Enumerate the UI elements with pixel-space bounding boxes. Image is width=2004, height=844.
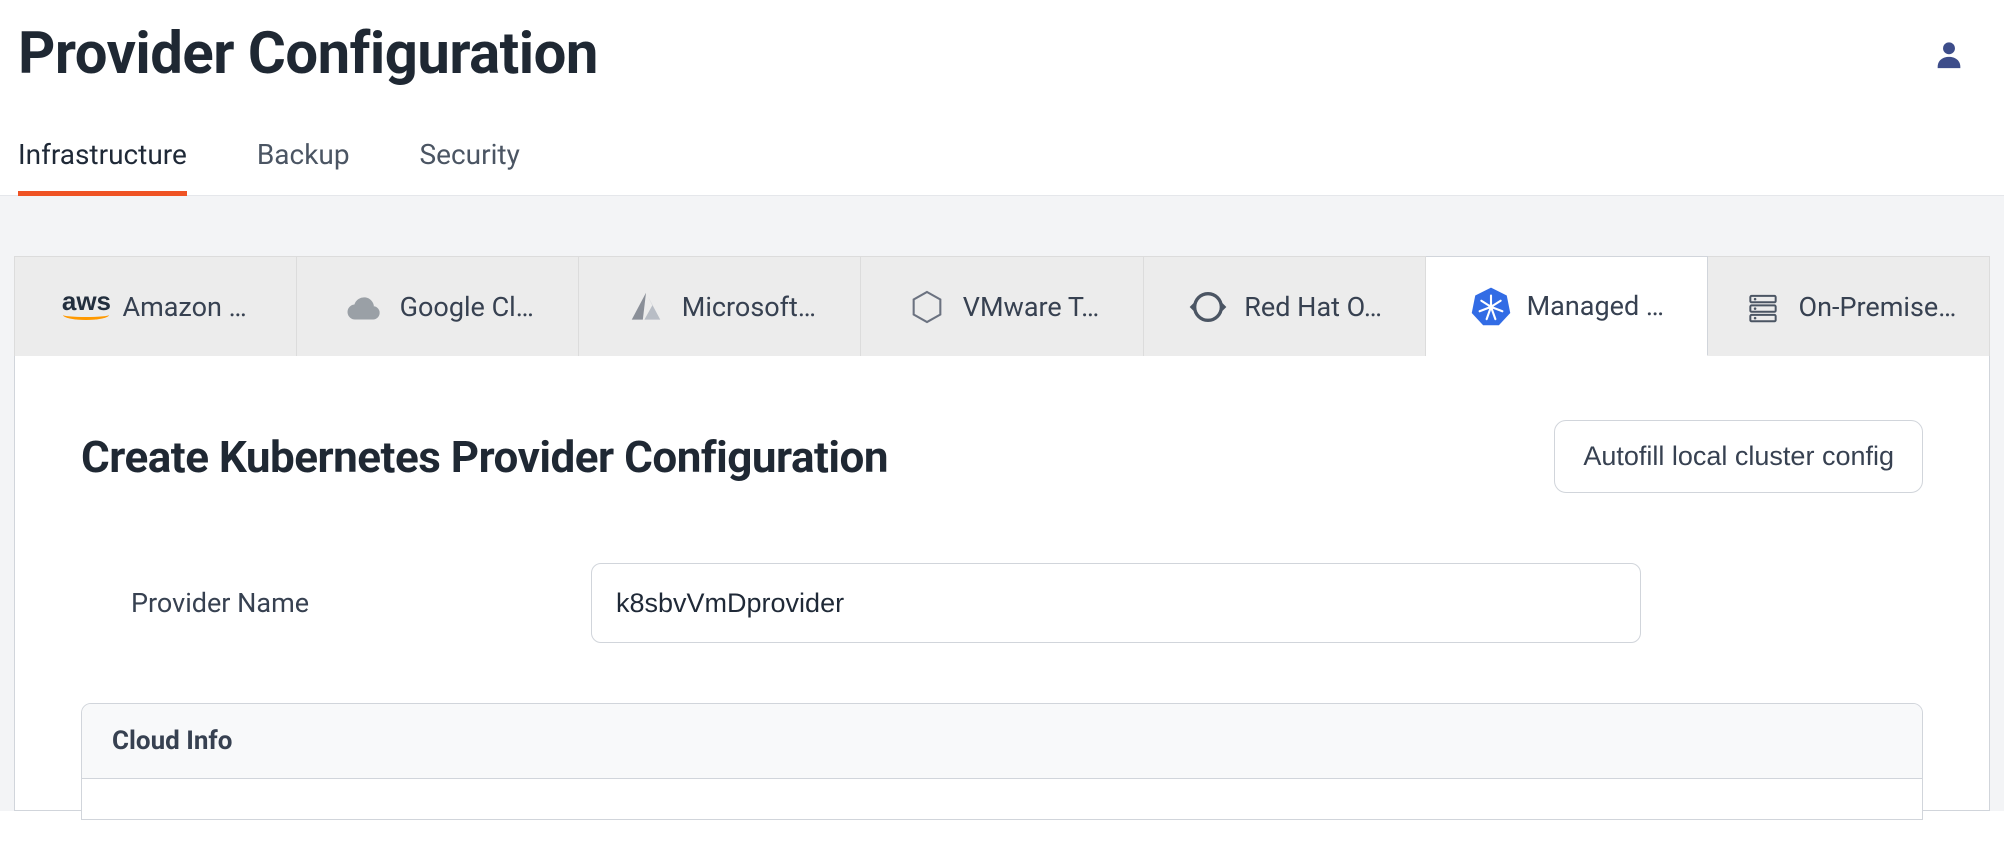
azure-icon bbox=[624, 285, 668, 329]
provider-tab-k8s[interactable]: Managed … bbox=[1426, 256, 1708, 356]
provider-name-input[interactable] bbox=[591, 563, 1641, 643]
provider-tab-redhat[interactable]: Red Hat O… bbox=[1144, 256, 1426, 356]
provider-tab-vmware[interactable]: VMware T… bbox=[861, 256, 1143, 356]
provider-tabs: aws Amazon … Google Cl… Microsoft… bbox=[14, 256, 1990, 356]
cloud-info-card: Cloud Info bbox=[81, 703, 1923, 820]
workspace: aws Amazon … Google Cl… Microsoft… bbox=[0, 196, 2004, 811]
cloud-info-body bbox=[82, 779, 1922, 819]
provider-tab-aws[interactable]: aws Amazon … bbox=[14, 256, 297, 356]
top-tabs: Infrastructure Backup Security bbox=[0, 88, 2004, 196]
page-title: Provider Configuration bbox=[18, 20, 598, 88]
provider-panel: Create Kubernetes Provider Configuration… bbox=[14, 356, 1990, 811]
tab-security[interactable]: Security bbox=[420, 138, 520, 195]
aws-icon: aws bbox=[64, 285, 108, 329]
provider-tab-gcp[interactable]: Google Cl… bbox=[297, 256, 579, 356]
provider-tab-onprem[interactable]: On-Premise… bbox=[1708, 256, 1990, 356]
provider-tab-label: Red Hat O… bbox=[1244, 291, 1382, 323]
page-header: Provider Configuration bbox=[0, 0, 2004, 88]
provider-tab-label: Microsoft… bbox=[682, 291, 816, 323]
panel-title: Create Kubernetes Provider Configuration bbox=[81, 431, 888, 483]
onprem-icon bbox=[1741, 285, 1785, 329]
user-icon bbox=[1932, 37, 1966, 71]
redhat-icon bbox=[1186, 285, 1230, 329]
provider-tab-label: VMware T… bbox=[963, 291, 1099, 323]
provider-tab-label: Amazon … bbox=[122, 291, 246, 323]
autofill-button[interactable]: Autofill local cluster config bbox=[1554, 420, 1923, 493]
gcp-icon bbox=[342, 285, 386, 329]
kubernetes-icon bbox=[1469, 284, 1513, 328]
provider-name-label: Provider Name bbox=[131, 587, 591, 619]
cloud-info-title: Cloud Info bbox=[82, 704, 1922, 779]
provider-tab-azure[interactable]: Microsoft… bbox=[579, 256, 861, 356]
tab-infrastructure[interactable]: Infrastructure bbox=[18, 138, 187, 195]
panel-header: Create Kubernetes Provider Configuration… bbox=[81, 420, 1923, 493]
provider-tab-label: Google Cl… bbox=[400, 291, 534, 323]
user-menu[interactable] bbox=[1932, 37, 1986, 71]
provider-tab-label: On-Premise… bbox=[1799, 291, 1957, 323]
provider-tab-label: Managed … bbox=[1527, 290, 1664, 322]
provider-name-row: Provider Name bbox=[81, 563, 1923, 643]
vmware-icon bbox=[905, 285, 949, 329]
tab-backup[interactable]: Backup bbox=[257, 138, 350, 195]
